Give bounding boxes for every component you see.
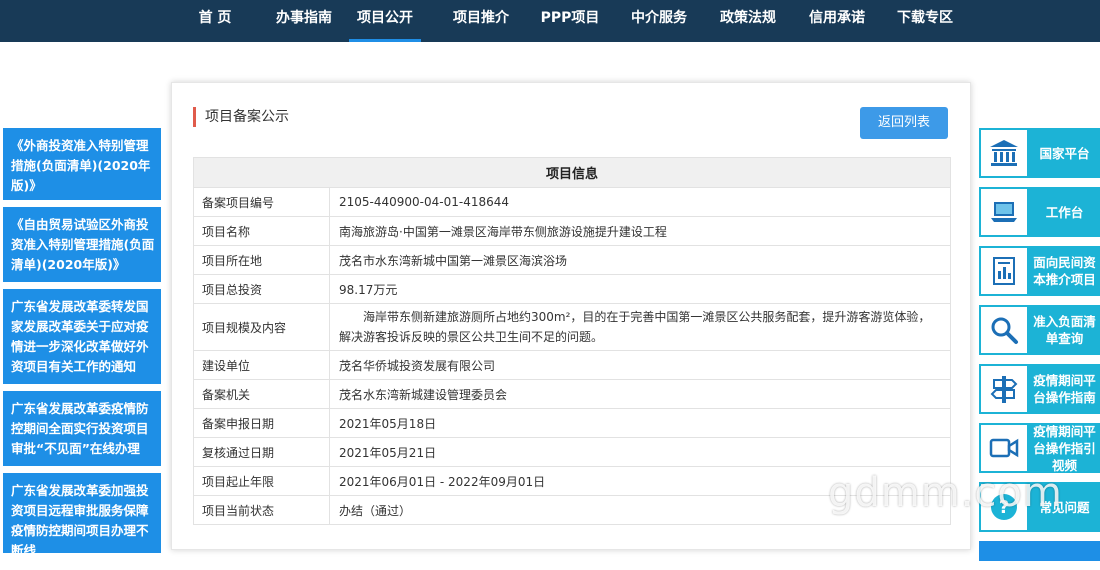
watermark: gdmm.com	[828, 470, 1063, 516]
row-key: 备案项目编号	[193, 187, 330, 217]
row-key: 项目名称	[193, 216, 330, 246]
row-value: 2105-440900-04-01-418644	[329, 187, 951, 217]
row-key: 项目当前状态	[193, 495, 330, 525]
row-value: 茂名市水东湾新城中国第一滩景区海滨浴场	[329, 245, 951, 275]
laptop-icon	[981, 189, 1027, 235]
nav-item-ppp[interactable]: PPP项目	[537, 0, 603, 42]
table-row: 项目总投资 98.17万元	[193, 274, 951, 304]
service-link-label: 准入负面清单查询	[1033, 314, 1096, 346]
service-link-more[interactable]	[979, 541, 1100, 561]
policy-link[interactable]: 广东省发展改革委加强投资项目远程审批服务保障疫情防控期间项目办理不断线	[3, 473, 161, 553]
nav-item-guide[interactable]: 办事指南	[271, 0, 337, 42]
policy-link[interactable]: 广东省发展改革委转发国家发展改革委关于应对疫情进一步深化改革做好外资项目有关工作…	[3, 289, 161, 384]
table-row: 建设单位 茂名华侨城投资发展有限公司	[193, 350, 951, 380]
row-value: 2021年05月18日	[329, 408, 951, 438]
table-header-row: 项目信息	[193, 157, 951, 188]
policy-link[interactable]: 广东省发展改革委疫情防控期间全面实行投资项目审批“不见面”在线办理	[3, 391, 161, 466]
service-link-label: 国家平台	[1039, 145, 1090, 161]
row-key: 备案申报日期	[193, 408, 330, 438]
signpost-icon	[981, 366, 1027, 412]
row-value: 98.17万元	[329, 274, 951, 304]
panel-title: 项目备案公示	[193, 107, 289, 127]
service-link-label: 疫情期间平台操作指南	[1033, 373, 1096, 405]
row-key: 备案机关	[193, 379, 330, 409]
table-row: 备案项目编号 2105-440900-04-01-418644	[193, 187, 951, 217]
nav-item-download[interactable]: 下载专区	[892, 0, 958, 42]
service-link-label: 工作台	[1045, 204, 1084, 220]
service-link-negative-list[interactable]: 准入负面清单查询	[979, 305, 1100, 355]
service-link-workbench[interactable]: 工作台	[979, 187, 1100, 237]
nav-item-project-promote[interactable]: 项目推介	[448, 0, 514, 42]
service-link-label: 面向民间资本推介项目	[1033, 255, 1096, 287]
left-policy-links: 《外商投资准入特别管理措施(负面清单)(2020年版)》 《自由贸易试验区外商投…	[3, 128, 161, 560]
table-row: 项目规模及内容 海岸带东侧新建旅游厕所占地约300m²，目的在于完善中国第一滩景…	[193, 303, 951, 351]
service-link-national-platform[interactable]: 国家平台	[979, 128, 1100, 178]
video-camera-icon	[981, 425, 1027, 471]
magnifier-icon	[981, 307, 1027, 353]
back-to-list-button[interactable]: 返回列表	[860, 107, 948, 139]
nav-item-home[interactable]: 首 页	[193, 0, 237, 42]
table-row: 备案机关 茂名水东湾新城建设管理委员会	[193, 379, 951, 409]
table-row: 项目所在地 茂名市水东湾新城中国第一滩景区海滨浴场	[193, 245, 951, 275]
service-link-label: 疫情期间平台操作指引视频	[1033, 423, 1096, 473]
service-link-epidemic-guide[interactable]: 疫情期间平台操作指南	[979, 364, 1100, 414]
top-nav: 首 页 办事指南 项目公开 项目推介 PPP项目 中介服务 政策法规 信用承诺 …	[0, 0, 1100, 42]
row-key: 项目规模及内容	[193, 303, 330, 351]
document-chart-icon	[981, 248, 1027, 294]
row-key: 项目总投资	[193, 274, 330, 304]
table-row: 复核通过日期 2021年05月21日	[193, 437, 951, 467]
policy-link[interactable]: 《自由贸易试验区外商投资准入特别管理措施(负面清单)(2020年版)》	[3, 207, 161, 282]
bank-icon	[981, 130, 1027, 176]
row-key: 项目所在地	[193, 245, 330, 275]
policy-link[interactable]: 《外商投资准入特别管理措施(负面清单)(2020年版)》	[3, 128, 161, 200]
row-value: 茂名华侨城投资发展有限公司	[329, 350, 951, 380]
service-link-private-capital[interactable]: 面向民间资本推介项目	[979, 246, 1100, 296]
nav-item-project-public[interactable]: 项目公开	[349, 0, 421, 42]
nav-item-policy[interactable]: 政策法规	[715, 0, 781, 42]
row-key: 复核通过日期	[193, 437, 330, 467]
row-value: 茂名水东湾新城建设管理委员会	[329, 379, 951, 409]
table-row: 备案申报日期 2021年05月18日	[193, 408, 951, 438]
row-value: 2021年05月21日	[329, 437, 951, 467]
service-link-epidemic-video[interactable]: 疫情期间平台操作指引视频	[979, 423, 1100, 473]
row-value: 南海旅游岛·中国第一滩景区海岸带东侧旅游设施提升建设工程	[329, 216, 951, 246]
nav-item-agency[interactable]: 中介服务	[626, 0, 692, 42]
row-key: 项目起止年限	[193, 466, 330, 496]
table-row: 项目名称 南海旅游岛·中国第一滩景区海岸带东侧旅游设施提升建设工程	[193, 216, 951, 246]
row-value: 海岸带东侧新建旅游厕所占地约300m²，目的在于完善中国第一滩景区公共服务配套，…	[329, 303, 951, 351]
table-header: 项目信息	[193, 157, 951, 188]
row-key: 建设单位	[193, 350, 330, 380]
nav-item-credit[interactable]: 信用承诺	[804, 0, 870, 42]
